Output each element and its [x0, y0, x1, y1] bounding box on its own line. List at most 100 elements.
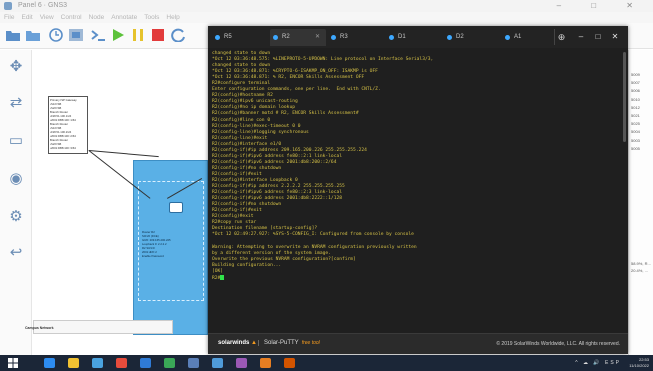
end-device-icon[interactable]: ▭: [6, 132, 26, 150]
solarwinds-logo: solarwinds ▲: [218, 340, 257, 346]
menu-item[interactable]: View: [40, 14, 54, 21]
security-device-icon[interactable]: ◉: [6, 170, 26, 188]
putty-footer: solarwinds ▲ Solar-PuTTY free tool © 2019…: [208, 333, 628, 354]
taskbar-explorer-icon[interactable]: [68, 358, 79, 368]
console-icon[interactable]: [90, 28, 106, 42]
menu-item[interactable]: Annotate: [111, 14, 137, 21]
port-id[interactable]: 5025: [631, 120, 640, 128]
terminal-output[interactable]: changed state to down *Oct 12 03:36:48.57…: [208, 48, 628, 333]
tab-label: R5: [224, 34, 232, 40]
tab-d1[interactable]: D1: [386, 29, 442, 46]
lan-area: Router R2 S0/1/0 (DCE) G0/0: 209.165.200.2…: [138, 181, 204, 301]
link-line: [88, 150, 159, 158]
menu-item[interactable]: File: [4, 14, 14, 21]
tab-label: R3: [340, 34, 348, 40]
taskbar-chrome-icon[interactable]: [116, 358, 127, 368]
desktop: Panel 6 · GNS3 – □ ✕ File Edit View Control…: [0, 0, 653, 371]
port-id[interactable]: 5010: [631, 96, 640, 104]
tab-r3[interactable]: R3: [328, 29, 384, 46]
cpu-usage: 58.9%, R...: [631, 261, 651, 266]
tab-label: D1: [398, 34, 406, 40]
port-list: 5009 5007 5006 5010 5012 5021 5025 5004 5003 5005: [631, 71, 640, 153]
connection-status-icon: [505, 35, 510, 40]
tab-r5[interactable]: R5: [212, 29, 268, 46]
start-icon[interactable]: [110, 28, 126, 42]
tab-r2[interactable]: R2 ✕: [270, 29, 326, 46]
system-tray-icons[interactable]: ^ ☁ 🔊 ESP: [575, 360, 621, 366]
pause-icon[interactable]: [130, 28, 146, 42]
router-labels: Router R2 S0/1/0 (DCE) G0/0: 209.165.200.2…: [142, 230, 171, 258]
all-devices-icon[interactable]: ⚙: [6, 208, 26, 226]
bg-menubar: File Edit View Control Node Annotate Tools Help: [0, 12, 653, 23]
company-network-area: Router R2 S0/1/0 (DCE) G0/0: 209.165.200.2…: [133, 160, 208, 335]
topology-canvas[interactable]: Primary ISP Gateway •S1/0:SB •S2/0:SB Branc…: [33, 50, 208, 355]
port-id[interactable]: 5006: [631, 87, 640, 95]
port-id[interactable]: 5012: [631, 104, 640, 112]
connection-status-icon: [331, 35, 336, 40]
router-label: Enable Password: [142, 254, 164, 258]
stop-icon[interactable]: [150, 28, 166, 42]
open-folder-icon[interactable]: [25, 28, 41, 42]
bg-window-controls[interactable]: – □ ✕: [557, 0, 647, 12]
taskbar-app-icon[interactable]: [188, 358, 199, 368]
taskbar-app-icon[interactable]: [164, 358, 175, 368]
menu-item[interactable]: Edit: [21, 14, 32, 21]
folder-icon[interactable]: [5, 28, 21, 42]
port-id[interactable]: 5005: [631, 145, 640, 153]
taskbar-app-icon[interactable]: [212, 358, 223, 368]
product-name: Solar-PuTTY free tool: [258, 340, 320, 346]
windows-start-icon[interactable]: [8, 358, 18, 368]
putty-window: R5 R2 ✕ R3 D1 D2 A1 ⊕ – □ ✕ changed state to d…: [208, 26, 628, 354]
tab-label: D2: [456, 34, 464, 40]
menu-item[interactable]: Help: [166, 14, 179, 21]
product-label: Solar-PuTTY: [264, 340, 299, 346]
menu-item[interactable]: Tools: [144, 14, 159, 21]
tab-a1[interactable]: A1: [502, 29, 558, 46]
device-panel: ✥ ⇄ ▭ ◉ ⚙ ↩: [0, 50, 32, 355]
port-id[interactable]: 5021: [631, 112, 640, 120]
taskbar-edge-icon[interactable]: [44, 358, 55, 368]
taskbar-app-icon[interactable]: [236, 358, 247, 368]
brand-text: solarwinds: [218, 340, 250, 346]
maximize-button[interactable]: □: [591, 29, 605, 45]
cpu-usage: 20.4%, ...: [631, 268, 648, 273]
add-link-icon[interactable]: ↩: [6, 244, 26, 262]
add-tab-button[interactable]: ⊕: [554, 29, 568, 45]
terminal-cursor: [220, 274, 225, 280]
taskbar-store-icon[interactable]: [92, 358, 103, 368]
history-icon[interactable]: [48, 28, 64, 42]
canvas-scrollbar[interactable]: [33, 320, 173, 334]
minimize-button[interactable]: –: [574, 29, 588, 45]
bg-app-titlebar: Panel 6 · GNS3 – □ ✕: [0, 0, 653, 12]
cpu-usage-list: 58.9%, R... 20.4%, ...: [631, 260, 651, 274]
port-id[interactable]: 5004: [631, 128, 640, 136]
clock[interactable]: 22:53 11/10/2022: [629, 357, 649, 369]
menu-item[interactable]: Node: [89, 14, 105, 21]
free-tool-label: free tool: [301, 340, 320, 346]
switch-category-icon[interactable]: ⇄: [6, 94, 26, 112]
taskbar-putty-icon[interactable]: [260, 358, 271, 368]
router-category-icon[interactable]: ✥: [6, 58, 26, 76]
bg-app-title: Panel 6 · GNS3: [18, 2, 68, 9]
connection-status-icon: [389, 35, 394, 40]
snapshot-icon[interactable]: [68, 28, 84, 42]
app-icon: [4, 2, 12, 10]
port-id[interactable]: 5003: [631, 137, 640, 145]
reload-icon[interactable]: [170, 28, 186, 42]
connection-status-icon: [215, 35, 220, 40]
taskbar-app-icon[interactable]: [140, 358, 151, 368]
tab-d2[interactable]: D2: [444, 29, 500, 46]
close-tab-icon[interactable]: ✕: [315, 29, 320, 46]
copyright-text: © 2019 SolarWinds Worldwide, LLC. All ri…: [496, 341, 620, 347]
terminal-line: R2#: [212, 274, 624, 281]
terminal-scrollbar[interactable]: [623, 52, 626, 142]
port-id[interactable]: 5009: [631, 71, 640, 79]
flame-icon: ▲: [249, 340, 257, 346]
taskbar-app-icon[interactable]: [284, 358, 295, 368]
router-node[interactable]: [169, 202, 183, 213]
tab-label: R2: [282, 34, 290, 40]
close-button[interactable]: ✕: [608, 29, 622, 45]
connection-status-icon: [447, 35, 452, 40]
menu-item[interactable]: Control: [61, 14, 82, 21]
port-id[interactable]: 5007: [631, 79, 640, 87]
